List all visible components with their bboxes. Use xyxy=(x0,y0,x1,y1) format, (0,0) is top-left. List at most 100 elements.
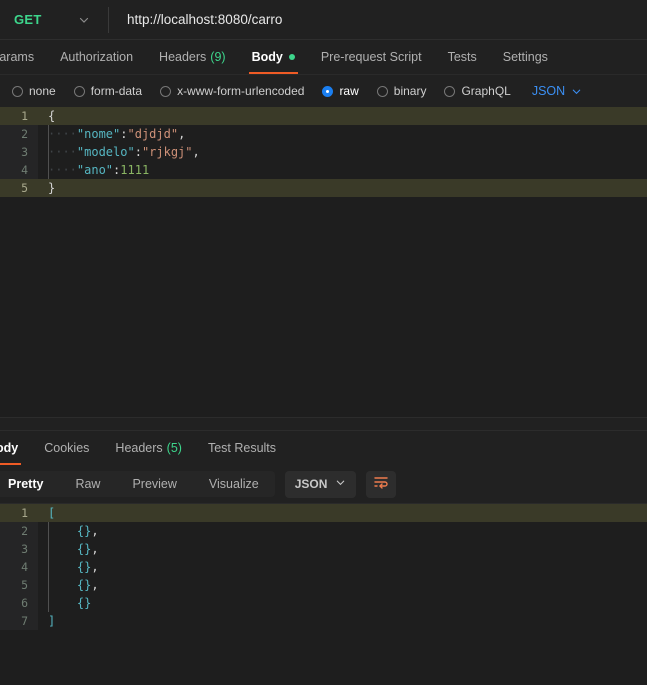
chevron-down-icon xyxy=(78,14,90,26)
word-wrap-icon xyxy=(373,475,389,494)
body-type-graphql[interactable]: GraphQL xyxy=(435,84,519,98)
body-type-form-data[interactable]: form-data xyxy=(65,84,151,98)
token-bracket: {} xyxy=(76,560,92,574)
radio-icon xyxy=(12,85,23,97)
code-line[interactable]: 2 {}, xyxy=(0,522,647,540)
tab-params[interactable]: Params xyxy=(0,40,47,74)
token-bracket: {} xyxy=(76,524,92,538)
code-line[interactable]: 3 ····"modelo":"rjkgj", xyxy=(0,143,647,161)
response-view-preview[interactable]: Preview xyxy=(116,471,192,497)
body-type-raw[interactable]: raw xyxy=(313,84,367,98)
tab-pre-request-script-label: Pre-request Script xyxy=(320,50,422,64)
response-format-selector[interactable]: JSON xyxy=(284,470,357,498)
response-tab-cookies[interactable]: Cookies xyxy=(31,431,102,465)
response-view-switcher: Pretty Raw Preview Visualize xyxy=(0,471,275,497)
radio-icon xyxy=(376,85,388,97)
tab-params-label: Params xyxy=(0,50,35,64)
word-wrap-button[interactable] xyxy=(366,470,397,498)
code-line-content: {}, xyxy=(38,576,647,594)
tab-settings[interactable]: Settings xyxy=(490,40,561,74)
body-modified-dot-icon xyxy=(288,54,295,60)
code-line[interactable]: 4 ····"ano":1111 xyxy=(0,161,647,179)
response-tab-body[interactable]: Body xyxy=(0,431,31,465)
code-line-content: {}, xyxy=(38,540,647,558)
tab-authorization-label: Authorization xyxy=(60,50,134,64)
tab-tests[interactable]: Tests xyxy=(435,40,490,74)
token-punct: : xyxy=(120,127,128,141)
line-number: 2 xyxy=(0,125,38,143)
token-punct: , xyxy=(192,145,200,159)
url-input[interactable] xyxy=(109,0,647,39)
code-line[interactable]: 6 {} xyxy=(0,594,647,612)
pane-resize-handle[interactable] xyxy=(0,417,647,431)
code-line-content: } xyxy=(38,179,647,197)
tab-authorization[interactable]: Authorization xyxy=(47,40,146,74)
response-view-raw[interactable]: Raw xyxy=(59,471,116,497)
code-line[interactable]: 4 {}, xyxy=(0,558,647,576)
code-line[interactable]: 5} xyxy=(0,179,647,197)
code-line-content: {}, xyxy=(38,522,647,540)
response-tab-body-label: Body xyxy=(0,441,19,455)
token-punct: , xyxy=(91,524,99,538)
response-tab-headers[interactable]: Headers (5) xyxy=(102,431,195,465)
radio-icon xyxy=(73,85,85,97)
response-view-pretty[interactable]: Pretty xyxy=(0,471,59,497)
radio-icon xyxy=(160,85,172,97)
token-punct: , xyxy=(91,578,99,592)
code-line-content: ····"ano":1111 xyxy=(38,161,647,179)
response-tab-cookies-label: Cookies xyxy=(44,441,90,455)
body-type-graphql-label: GraphQL xyxy=(461,84,511,98)
tab-tests-label: Tests xyxy=(447,50,477,64)
radio-icon xyxy=(444,85,456,97)
tab-headers[interactable]: Headers (9) xyxy=(146,40,239,74)
line-number: 1 xyxy=(0,107,38,125)
line-number: 3 xyxy=(0,143,38,161)
http-method-selector[interactable]: GET xyxy=(0,0,108,39)
response-view-toolbar: Pretty Raw Preview Visualize JSON xyxy=(0,465,647,503)
request-url-bar: GET xyxy=(0,0,647,40)
chevron-down-icon xyxy=(571,86,582,97)
http-method-label: GET xyxy=(14,12,42,27)
line-number: 5 xyxy=(0,179,38,197)
tab-body-label: Body xyxy=(251,50,283,64)
code-line-content: ····"modelo":"rjkgj", xyxy=(38,143,647,161)
token-bracket: ] xyxy=(48,614,56,628)
tab-body[interactable]: Body xyxy=(239,40,308,74)
body-type-row: none form-data x-www-form-urlencoded raw… xyxy=(0,75,647,107)
code-line[interactable]: 5 {}, xyxy=(0,576,647,594)
body-type-urlencoded[interactable]: x-www-form-urlencoded xyxy=(151,84,313,98)
line-number: 1 xyxy=(0,504,38,522)
token-dots: ···· xyxy=(48,127,77,141)
body-type-none[interactable]: none xyxy=(8,84,65,98)
body-format-selector[interactable]: JSON xyxy=(524,84,590,98)
tab-settings-label: Settings xyxy=(502,50,548,64)
tab-pre-request-script[interactable]: Pre-request Script xyxy=(308,40,435,74)
response-body-editor[interactable]: 1[2 {}, 3 {}, 4 {}, 5 {}, 6 {} 7] xyxy=(0,503,647,663)
code-line[interactable]: 3 {}, xyxy=(0,540,647,558)
token-dots xyxy=(48,524,77,538)
body-type-form-data-label: form-data xyxy=(90,84,143,98)
token-key: "ano" xyxy=(76,163,114,177)
response-tab-test-results[interactable]: Test Results xyxy=(195,431,289,465)
body-type-raw-label: raw xyxy=(339,84,359,98)
code-line-content: { xyxy=(38,107,647,125)
code-line-content: [ xyxy=(38,504,647,522)
code-line-content: {} xyxy=(38,594,647,612)
code-line[interactable]: 7] xyxy=(0,612,647,630)
code-line[interactable]: 1{ xyxy=(0,107,647,125)
line-number: 4 xyxy=(0,161,38,179)
chevron-down-icon xyxy=(335,477,346,491)
code-line[interactable]: 1[ xyxy=(0,504,647,522)
token-bracket: [ xyxy=(48,506,56,520)
token-dots: ···· xyxy=(48,145,77,159)
response-tab-headers-count: (5) xyxy=(166,441,182,455)
body-type-binary[interactable]: binary xyxy=(368,84,436,98)
request-tab-bar: Params Authorization Headers (9) Body Pr… xyxy=(0,40,647,75)
response-view-visualize[interactable]: Visualize xyxy=(193,471,275,497)
body-type-none-label: none xyxy=(29,84,56,98)
token-bracket: {} xyxy=(76,578,92,592)
token-dots: ···· xyxy=(48,163,77,177)
code-line[interactable]: 2 ····"nome":"djdjd", xyxy=(0,125,647,143)
request-body-editor[interactable]: 1{2 ····"nome":"djdjd", 3 ····"modelo":"rjk… xyxy=(0,107,647,417)
response-tab-headers-label: Headers xyxy=(115,441,163,455)
